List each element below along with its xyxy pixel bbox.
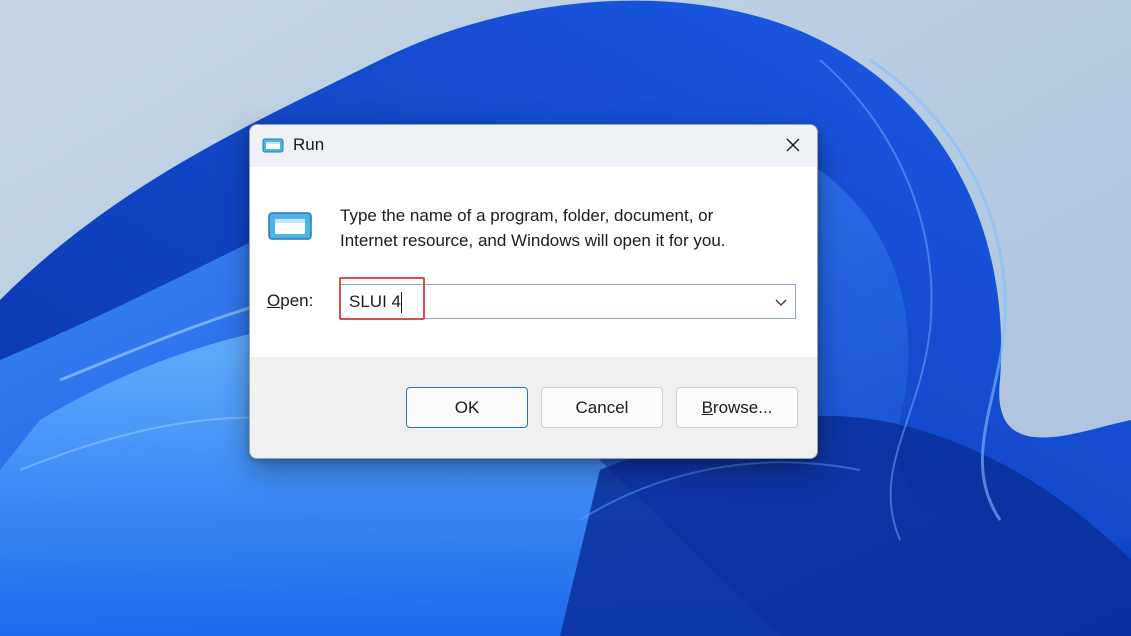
highlight-box — [339, 277, 425, 320]
button-bar: OK Cancel Browse... — [250, 357, 817, 458]
open-label-accesskey: O — [267, 291, 281, 310]
dialog-title: Run — [293, 135, 325, 154]
run-icon — [268, 212, 312, 240]
instruction-line-1: Type the name of a program, folder, docu… — [340, 206, 714, 225]
browse-label-rest: rowse... — [712, 398, 773, 417]
title-bar[interactable]: Run — [250, 125, 817, 167]
open-label-rest: pen: — [280, 291, 314, 310]
open-label: Open: — [267, 291, 313, 311]
browse-accesskey: B — [701, 398, 713, 417]
browse-button[interactable]: Browse... — [676, 387, 798, 428]
run-icon — [262, 138, 284, 153]
ok-button[interactable]: OK — [406, 387, 528, 428]
cancel-button[interactable]: Cancel — [541, 387, 663, 428]
instruction-line-2: Internet resource, and Windows will open… — [340, 231, 726, 250]
close-icon — [786, 138, 800, 152]
instruction-text: Type the name of a program, folder, docu… — [340, 203, 800, 253]
chevron-down-icon[interactable] — [773, 294, 789, 310]
run-dialog: Run Type the name of a program, folder, … — [249, 124, 818, 459]
close-button[interactable] — [769, 125, 817, 165]
dialog-body: Type the name of a program, folder, docu… — [250, 167, 817, 357]
